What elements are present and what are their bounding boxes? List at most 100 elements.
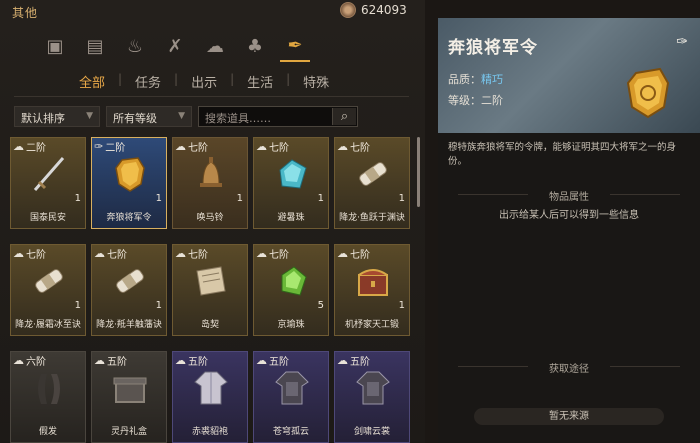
item-name: 京瑜珠: [277, 320, 305, 330]
tab-life[interactable]: 生活: [234, 72, 286, 91]
grade-row: 等级：二阶: [448, 92, 503, 108]
search-icon[interactable]: ⌕: [332, 108, 356, 125]
inventory-slot[interactable]: ☁ 五阶 赤裘貂袍: [172, 351, 248, 443]
grade-text: 七阶: [350, 250, 370, 261]
grade-value: 二阶: [481, 94, 503, 107]
item-name: 避暑珠: [277, 213, 305, 223]
grade-badge: ☁ 六阶: [13, 353, 46, 368]
leaf-icon[interactable]: ♣: [240, 30, 270, 62]
item-count: 1: [398, 193, 405, 204]
quality-label: 品质：: [448, 73, 481, 86]
grade-badge: ☁ 七阶: [337, 139, 370, 154]
box-image: [110, 368, 150, 408]
source-header: 获取途径: [438, 360, 700, 375]
sort-value: 默认排序: [21, 112, 65, 125]
grade-text: 七阶: [188, 143, 208, 154]
item-name: 假发: [38, 427, 57, 437]
cloud-icon: ☁: [175, 247, 186, 260]
grade-dropdown[interactable]: 所有等级 ▼: [106, 106, 192, 127]
item-name: 降龙·羝羊触藩诀: [96, 320, 162, 330]
box-icon[interactable]: ▣: [40, 30, 70, 62]
grade-text: 七阶: [269, 250, 289, 261]
item-name: 奔狼将军令: [106, 213, 152, 223]
wolf-token-image: [626, 67, 670, 119]
sword-image: [29, 154, 69, 194]
flame-icon[interactable]: ♨: [120, 30, 150, 62]
inventory-slot[interactable]: ☁ 七阶 1 机杼家天工锻: [334, 244, 410, 336]
item-name: 降龙·履霜冰至诀: [15, 320, 81, 330]
cloud-icon: ☁: [337, 247, 348, 260]
item-count: 5: [317, 300, 324, 311]
cloud-icon: ☁: [94, 247, 105, 260]
token-image: [110, 154, 150, 194]
tab-special[interactable]: 特殊: [290, 72, 342, 91]
inventory-slot[interactable]: ☁ 五阶 剑啸云裳: [334, 351, 410, 443]
search-input[interactable]: 搜索道具…… ⌕: [198, 106, 358, 127]
book-icon[interactable]: ▤: [80, 30, 110, 62]
currency-amount: 624093: [361, 3, 407, 17]
inventory-slot[interactable]: ✑ 二阶 1 奔狼将军令: [91, 137, 167, 229]
search-placeholder: 搜索道具……: [205, 112, 271, 125]
item-description: 穆特族奔狼将军的令牌，能够证明其四大将军之一的身份。: [448, 142, 677, 167]
grade-badge: ☁ 二阶: [13, 139, 46, 154]
quality-value: 精巧: [481, 73, 503, 86]
cloud-icon: ☁: [13, 354, 24, 367]
grade-text: 二阶: [26, 143, 46, 154]
inventory-slot[interactable]: ☁ 七阶 5 京瑜珠: [253, 244, 329, 336]
scrollbar[interactable]: [417, 137, 420, 207]
item-name: 赤裘貂袍: [191, 427, 228, 437]
attribute-text: 出示给某人后可以得到一些信息: [499, 210, 639, 221]
cloud-icon[interactable]: ☁: [200, 30, 230, 62]
item-name: 灵丹礼盒: [110, 427, 147, 437]
grade-text: 七阶: [26, 250, 46, 261]
item-count: 1: [398, 300, 405, 311]
scroll-token-icon[interactable]: ✒: [280, 30, 310, 62]
cloud-icon: ☁: [256, 140, 267, 153]
grade-label: 等级：: [448, 94, 481, 107]
grade-badge: ✑ 二阶: [94, 139, 125, 154]
cloud-icon: ☁: [337, 140, 348, 153]
inventory-slot[interactable]: ☁ 六阶假发: [10, 351, 86, 443]
grade-badge: ☁ 七阶: [256, 246, 289, 261]
inventory-slot[interactable]: ☁ 七阶 1 唤马铃: [172, 137, 248, 229]
gem-blue-image: [272, 154, 312, 194]
item-name: 降龙·鱼跃于渊诀: [339, 213, 405, 223]
robe-image: [191, 368, 231, 408]
item-name: 岛契: [200, 320, 219, 330]
gem-green-image: [272, 261, 312, 301]
grade-badge: ☁ 五阶: [94, 353, 127, 368]
inventory-slot[interactable]: ☁ 五阶灵丹礼盒: [91, 351, 167, 443]
grade-badge: ☁ 七阶: [337, 246, 370, 261]
item-count: 1: [236, 193, 243, 204]
item-count: 1: [74, 300, 81, 311]
sub-tabs: 全部 | 任务 | 出示 | 生活 | 特殊: [66, 72, 342, 91]
grade-text: 五阶: [107, 357, 127, 368]
crossed-tools-icon[interactable]: ✗: [160, 30, 190, 62]
sort-dropdown[interactable]: 默认排序 ▼: [14, 106, 100, 127]
inventory-slot[interactable]: ☁ 五阶 苍穹孤云: [253, 351, 329, 443]
grade-badge: ☁ 七阶: [175, 246, 208, 261]
chest-image: [353, 261, 393, 301]
inventory-slot[interactable]: ☁ 七阶 1 降龙·羝羊触藩诀: [91, 244, 167, 336]
inventory-slot[interactable]: ☁ 七阶 1 降龙·鱼跃于渊诀: [334, 137, 410, 229]
tab-quest[interactable]: 任务: [122, 72, 174, 91]
inventory-slot[interactable]: ☁ 七阶 1 降龙·履霜冰至诀: [10, 244, 86, 336]
attribute-header: 物品属性: [438, 188, 700, 203]
item-name: 唤马铃: [196, 213, 224, 223]
grade-text: 六阶: [26, 357, 46, 368]
tab-all[interactable]: 全部: [66, 72, 118, 91]
tab-show[interactable]: 出示: [178, 72, 230, 91]
grade-text: 五阶: [350, 357, 370, 368]
inventory-slot[interactable]: ☁ 七阶岛契: [172, 244, 248, 336]
item-count: 1: [155, 300, 162, 311]
item-name: 苍穹孤云: [272, 427, 309, 437]
source-button[interactable]: 暂无来源: [474, 408, 664, 425]
grade-text: 七阶: [350, 143, 370, 154]
bound-icon: ✑: [676, 34, 688, 50]
grade-text: 五阶: [269, 357, 289, 368]
tab-underline: [14, 96, 409, 97]
armor-image: [272, 368, 312, 408]
item-name: 国泰民安: [29, 213, 66, 223]
inventory-slot[interactable]: ☁ 二阶 1 国泰民安: [10, 137, 86, 229]
inventory-slot[interactable]: ☁ 七阶 1 避暑珠: [253, 137, 329, 229]
